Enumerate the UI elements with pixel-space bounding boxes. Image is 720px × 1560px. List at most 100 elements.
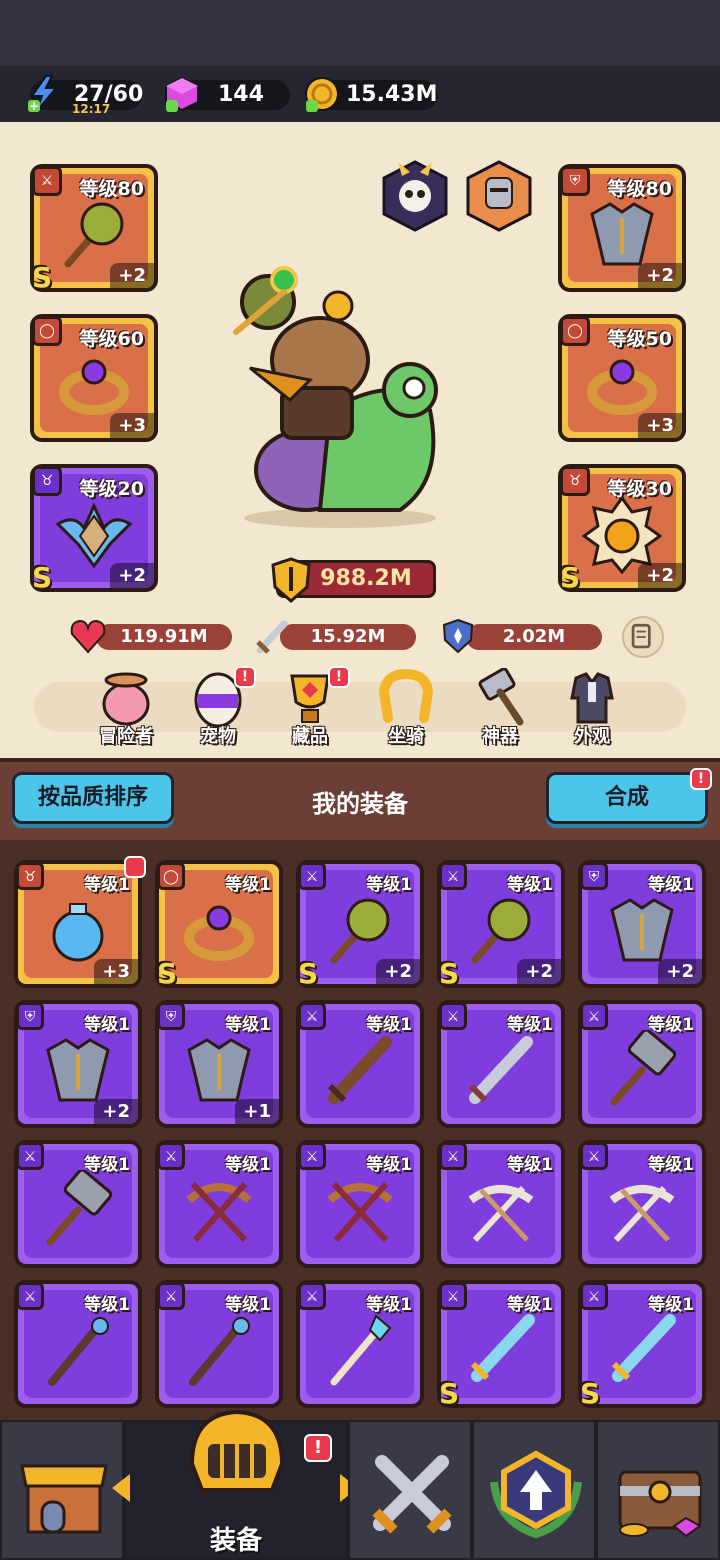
hammer-icon <box>478 667 524 726</box>
medal-icon <box>582 495 662 574</box>
tab-treasure[interactable] <box>596 1420 720 1560</box>
coin-icon <box>305 77 339 112</box>
nav-label: 坐骑 <box>388 726 424 747</box>
nav-collection[interactable]: 藏品 ! <box>270 666 350 748</box>
tab-equipment[interactable]: 装备 ! <box>124 1409 348 1560</box>
inventory-item[interactable]: ⚔ 等级1 S <box>437 1280 565 1410</box>
equip-slot-medal[interactable]: ♉ 等级30 +2 S <box>558 464 686 594</box>
item-plus: +2 <box>376 959 420 984</box>
armor-icon <box>187 1038 251 1102</box>
collection-alert-badge: ! <box>328 666 350 688</box>
pet-alert-badge: ! <box>234 666 256 688</box>
outfit-icon <box>570 672 614 724</box>
item-plus: +2 <box>94 1099 138 1124</box>
inventory-item[interactable]: ⚔ 等级1 <box>578 1000 706 1128</box>
nav-artifact[interactable]: 神器 <box>460 667 540 748</box>
heart-icon <box>70 619 106 654</box>
gem-icon <box>165 76 199 112</box>
inventory-item[interactable]: ⚔ 等级1 <box>296 1140 424 1268</box>
gem-counter[interactable]: 144 <box>165 76 290 112</box>
gold-value: 15.43M <box>346 82 438 107</box>
slot-rank: S <box>32 561 53 594</box>
nav-adventurer[interactable]: 冒险者 <box>86 668 166 748</box>
tab-upgrade[interactable] <box>472 1420 596 1560</box>
merge-button[interactable]: 合成 <box>546 772 708 824</box>
equip-slot-ring[interactable]: ◯ 等级60 +3 <box>30 314 158 442</box>
inventory-item[interactable]: ⛨ 等级1 +2 <box>14 1000 142 1128</box>
item-type-tag-icon: ⚔ <box>16 1142 44 1170</box>
item-plus: +3 <box>94 959 138 984</box>
tab-shop[interactable] <box>0 1420 124 1560</box>
inventory-item[interactable]: ⚔ 等级1 <box>155 1280 283 1408</box>
item-type-tag-icon: ♉ <box>16 862 44 890</box>
sword-icon <box>256 620 288 654</box>
medal-tag-icon: ♉ <box>560 466 590 496</box>
ice-sword-icon <box>470 1314 535 1382</box>
inventory-item[interactable]: ⚔ 等级1 <box>437 1000 565 1128</box>
sword-shield-icon <box>271 557 311 603</box>
inventory-item[interactable]: ⚔ 等级1 <box>296 1280 424 1408</box>
lightning-icon: + <box>28 75 59 113</box>
nav-mount[interactable]: 坐骑 <box>366 668 446 748</box>
nav-pet[interactable]: 宠物 ! <box>178 666 258 748</box>
slot-plus: +2 <box>110 263 154 288</box>
mace-icon <box>330 898 390 964</box>
inventory-item[interactable]: ⛨ 等级1 +1 <box>155 1000 283 1128</box>
list-icon <box>631 623 651 649</box>
inventory-item[interactable]: ⚔ 等级1 <box>14 1140 142 1268</box>
knight-portrait-icon[interactable] <box>464 158 534 234</box>
equip-slot-weapon[interactable]: ⚔ 等级80 +2 S <box>30 164 158 294</box>
hammer-icon <box>46 1170 113 1246</box>
nav-label: 藏品 <box>292 726 328 747</box>
gold-counter[interactable]: 15.43M <box>305 77 438 112</box>
ice-sword-icon <box>611 1314 676 1382</box>
inventory-item[interactable]: ⚔ 等级1 <box>578 1140 706 1268</box>
item-rank: S <box>439 1377 460 1410</box>
equip-slot-ring-2[interactable]: ◯ 等级50 +3 <box>558 314 686 442</box>
item-type-tag-icon: ⚔ <box>298 1002 326 1030</box>
inventory-item[interactable]: ♉ 等级1 +3 <box>14 856 146 988</box>
equipment-alert-badge: ! <box>304 1434 332 1462</box>
equip-slot-amulet[interactable]: ♉ 等级20 +2 S <box>30 464 158 594</box>
item-type-tag-icon: ⚔ <box>439 1142 467 1170</box>
nav-label: 宠物 <box>200 726 236 747</box>
inventory-item[interactable]: ⚔ 等级1 <box>155 1140 283 1268</box>
sword-icon <box>468 1036 533 1104</box>
inventory-item[interactable]: ⚔ 等级1 +2 S <box>296 860 424 990</box>
inventory-item[interactable]: ⚔ 等级1 +2 S <box>437 860 565 990</box>
energy-counter[interactable]: + 27/60 12:17 <box>28 75 143 116</box>
combat-power-badge: 988.2M <box>271 557 436 603</box>
weapon-tag-icon: ⚔ <box>32 166 62 196</box>
ring-tag-icon: ◯ <box>560 316 590 346</box>
ring-icon <box>184 905 254 961</box>
item-rank: S <box>580 1377 601 1410</box>
item-type-tag-icon: ⚔ <box>298 1282 326 1310</box>
inventory-item[interactable]: ⚔ 等级1 <box>14 1280 142 1408</box>
treasure-chest-icon <box>618 1470 702 1538</box>
energy-timer: 12:17 <box>72 102 111 116</box>
tab-left-arrow-icon[interactable] <box>112 1474 130 1502</box>
upgrade-icon <box>490 1450 582 1539</box>
inventory-item[interactable]: ⚔ 等级1 <box>437 1140 565 1268</box>
inventory-item[interactable]: ⛨ 等级1 +2 <box>578 860 706 988</box>
mace-icon <box>64 202 124 268</box>
mace-icon <box>471 898 531 964</box>
crossbow-icon <box>327 1181 393 1243</box>
skull-pet-portrait-icon[interactable] <box>380 158 450 234</box>
item-rank: S <box>439 957 460 990</box>
nav-appearance[interactable]: 外观 <box>552 668 632 748</box>
item-plus: +1 <box>235 1099 279 1124</box>
stats-detail-button[interactable] <box>622 616 664 658</box>
item-type-tag-icon: ⚔ <box>298 1142 326 1170</box>
tab-battle[interactable] <box>348 1420 472 1560</box>
equip-slot-armor[interactable]: ⛨ 等级80 +2 <box>558 164 686 292</box>
slot-plus: +3 <box>638 413 682 438</box>
inventory-item[interactable]: ⚔ 等级1 S <box>578 1280 706 1410</box>
sort-by-quality-button[interactable]: 按品质排序 <box>12 772 174 824</box>
slot-plus: +2 <box>638 563 682 588</box>
item-type-tag-icon: ⛨ <box>157 1002 185 1030</box>
inventory-item[interactable]: ◯ 等级1 S <box>155 860 283 990</box>
inventory-item[interactable]: ⚔ 等级1 <box>296 1000 424 1128</box>
item-type-tag-icon: ⚔ <box>157 1282 185 1310</box>
nav-label: 神器 <box>482 726 518 747</box>
